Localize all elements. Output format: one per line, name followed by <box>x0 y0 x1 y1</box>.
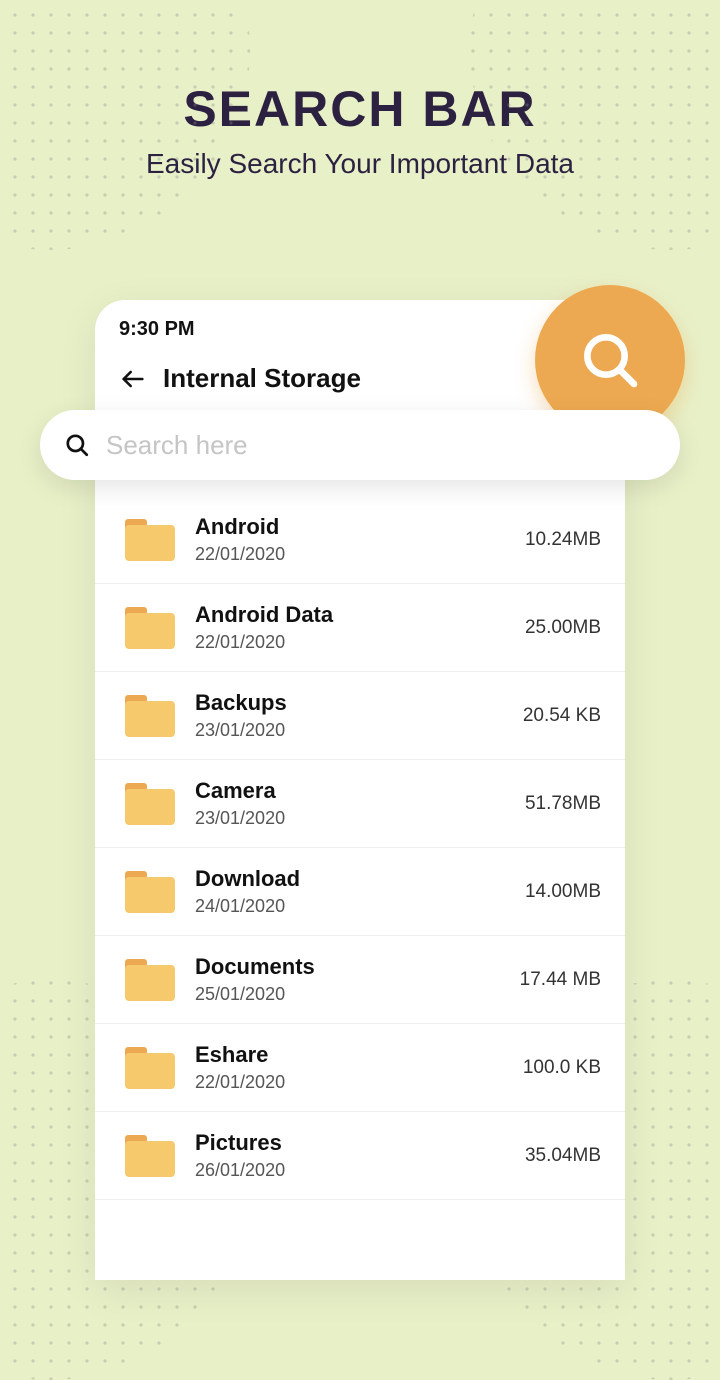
folder-info: Pictures 26/01/2020 <box>195 1130 505 1181</box>
folder-info: Documents 25/01/2020 <box>195 954 500 1005</box>
folder-row[interactable]: Download 24/01/2020 14.00MB <box>95 848 625 936</box>
folder-info: Eshare 22/01/2020 <box>195 1042 503 1093</box>
folder-name: Android Data <box>195 602 505 628</box>
folder-size: 35.04MB <box>525 1145 601 1167</box>
folder-name: Backups <box>195 690 503 716</box>
folder-size: 10.24MB <box>525 529 601 551</box>
folder-icon <box>125 1135 175 1177</box>
folder-info: Camera 23/01/2020 <box>195 778 505 829</box>
search-bar[interactable] <box>40 410 680 480</box>
hero-subtitle: Easily Search Your Important Data <box>0 148 720 180</box>
folder-name: Eshare <box>195 1042 503 1068</box>
search-icon <box>578 328 642 392</box>
folder-date: 24/01/2020 <box>195 896 505 917</box>
folder-icon <box>125 695 175 737</box>
folder-icon <box>125 959 175 1001</box>
folder-row[interactable]: Eshare 22/01/2020 100.0 KB <box>95 1024 625 1112</box>
folder-row[interactable]: Documents 25/01/2020 17.44 MB <box>95 936 625 1024</box>
folder-icon <box>125 1047 175 1089</box>
folder-icon <box>125 783 175 825</box>
folder-name: Documents <box>195 954 500 980</box>
folder-row[interactable]: Backups 23/01/2020 20.54 KB <box>95 672 625 760</box>
folder-row[interactable]: Camera 23/01/2020 51.78MB <box>95 760 625 848</box>
back-arrow-icon[interactable] <box>119 365 147 393</box>
phone-mockup: 9:30 PM Internal Storage Android 22/01/2… <box>95 300 625 1280</box>
search-icon <box>64 432 90 458</box>
folder-info: Android 22/01/2020 <box>195 514 505 565</box>
folder-size: 51.78MB <box>525 793 601 815</box>
folder-name: Camera <box>195 778 505 804</box>
folder-date: 22/01/2020 <box>195 1072 503 1093</box>
folder-date: 22/01/2020 <box>195 632 505 653</box>
folder-icon <box>125 519 175 561</box>
folder-info: Backups 23/01/2020 <box>195 690 503 741</box>
hero-title: SEARCH BAR <box>0 80 720 138</box>
folder-date: 25/01/2020 <box>195 984 500 1005</box>
folder-name: Android <box>195 514 505 540</box>
folder-date: 23/01/2020 <box>195 720 503 741</box>
folder-name: Pictures <box>195 1130 505 1156</box>
folder-name: Download <box>195 866 505 892</box>
folder-icon <box>125 607 175 649</box>
folder-row[interactable]: Android 22/01/2020 10.24MB <box>95 496 625 584</box>
folder-size: 14.00MB <box>525 881 601 903</box>
folder-size: 20.54 KB <box>523 705 601 727</box>
folder-size: 17.44 MB <box>520 969 601 991</box>
search-input[interactable] <box>106 430 656 461</box>
folder-date: 22/01/2020 <box>195 544 505 565</box>
page-title: Internal Storage <box>163 363 361 394</box>
folder-info: Download 24/01/2020 <box>195 866 505 917</box>
folder-icon <box>125 871 175 913</box>
folder-date: 26/01/2020 <box>195 1160 505 1181</box>
folder-date: 23/01/2020 <box>195 808 505 829</box>
hero-section: SEARCH BAR Easily Search Your Important … <box>0 0 720 180</box>
folder-info: Android Data 22/01/2020 <box>195 602 505 653</box>
folder-row[interactable]: Android Data 22/01/2020 25.00MB <box>95 584 625 672</box>
folder-size: 25.00MB <box>525 617 601 639</box>
folder-size: 100.0 KB <box>523 1057 601 1079</box>
file-list: Android 22/01/2020 10.24MB Android Data … <box>95 496 625 1200</box>
folder-row[interactable]: Pictures 26/01/2020 35.04MB <box>95 1112 625 1200</box>
